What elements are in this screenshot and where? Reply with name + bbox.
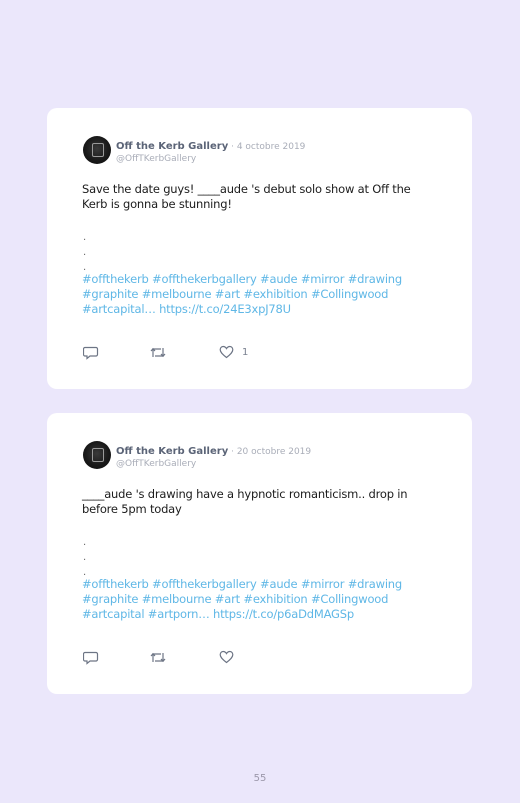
like-button[interactable]: 1: [219, 345, 248, 359]
tweet-dots: . . .: [83, 230, 86, 275]
like-count: 1: [242, 346, 249, 358]
tweet-text: Save the date guys! ____aude 's debut so…: [82, 182, 452, 212]
tweet-date[interactable]: 4 octobre 2019: [237, 142, 306, 152]
avatar[interactable]: [83, 441, 111, 469]
author-name[interactable]: Off the Kerb Gallery: [116, 446, 228, 457]
reply-icon: [83, 346, 99, 360]
tweet-text: ____aude 's drawing have a hypnotic roma…: [82, 487, 452, 517]
tweet-text-line: Save the date guys! ____aude 's debut so…: [82, 182, 411, 196]
retweet-icon: [150, 347, 166, 358]
tweet-header: Off the Kerb Gallery · 20 octobre 2019 @…: [116, 443, 311, 470]
separator: ·: [228, 447, 237, 457]
tweet-hashtags: #offthekerb #offthekerbgallery #aude #mi…: [82, 577, 462, 622]
hashtag-line[interactable]: #artcapital #artporn… https://t.co/p6aDd…: [82, 607, 462, 622]
dot-line: .: [83, 552, 87, 563]
retweet-button[interactable]: [149, 650, 167, 665]
tweet-text-line: Kerb is gonna be stunning!: [82, 197, 232, 211]
hashtag-line[interactable]: #offthekerb #offthekerbgallery #aude #mi…: [82, 272, 462, 287]
page-number: 55: [253, 773, 267, 784]
avatar[interactable]: [83, 136, 111, 164]
tweet-hashtags: #offthekerb #offthekerbgallery #aude #mi…: [82, 272, 462, 317]
tweet-text-line: ____aude 's drawing have a hypnotic roma…: [82, 487, 408, 501]
reply-button[interactable]: [83, 650, 99, 665]
tweet-text-line: before 5pm today: [82, 502, 182, 516]
like-button[interactable]: [219, 650, 242, 664]
author-handle[interactable]: @OffTKerbGallery: [116, 458, 311, 470]
tweet-card: Off the Kerb Gallery · 20 octobre 2019 @…: [47, 413, 472, 694]
hashtag-line[interactable]: #offthekerb #offthekerbgallery #aude #mi…: [82, 577, 462, 592]
like-icon: [219, 345, 234, 359]
tweet-card: Off the Kerb Gallery · 4 octobre 2019 @O…: [47, 108, 472, 389]
author-name[interactable]: Off the Kerb Gallery: [116, 141, 228, 152]
tweet-date[interactable]: 20 octobre 2019: [237, 447, 311, 457]
author-handle[interactable]: @OffTKerbGallery: [116, 153, 305, 165]
dot-line: .: [83, 232, 87, 243]
tweet-header: Off the Kerb Gallery · 4 octobre 2019 @O…: [116, 138, 305, 165]
tweet-dots: . . .: [83, 535, 86, 580]
reply-button[interactable]: [83, 345, 99, 360]
dot-line: .: [83, 247, 87, 258]
separator: ·: [228, 142, 237, 152]
retweet-button[interactable]: [149, 345, 167, 360]
hashtag-line[interactable]: #graphite #melbourne #art #exhibition #C…: [82, 592, 462, 607]
reply-icon: [83, 651, 99, 665]
retweet-icon: [150, 652, 166, 663]
hashtag-line[interactable]: #graphite #melbourne #art #exhibition #C…: [82, 287, 462, 302]
dot-line: .: [83, 537, 87, 548]
like-icon: [219, 650, 234, 664]
tweet-actions: [83, 650, 283, 666]
tweet-actions: 1: [83, 345, 283, 361]
hashtag-line[interactable]: #artcapital… https://t.co/24E3xpJ78U: [82, 302, 462, 317]
